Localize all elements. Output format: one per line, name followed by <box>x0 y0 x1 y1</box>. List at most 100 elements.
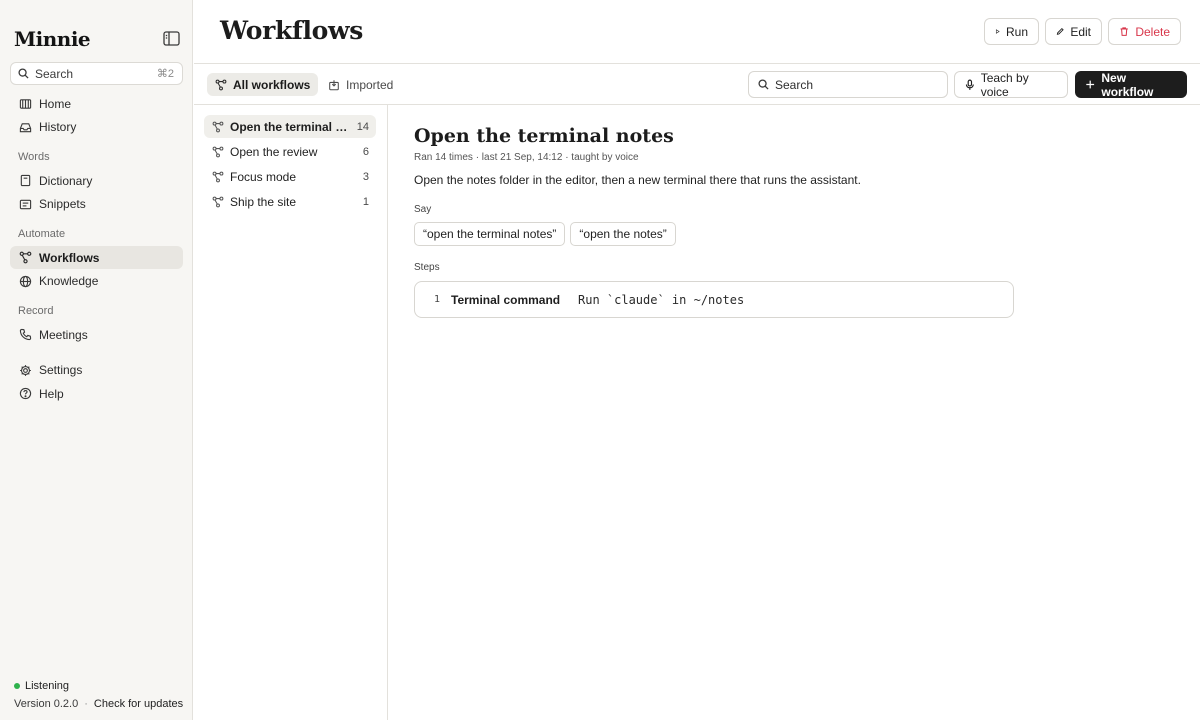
run-button[interactable]: Run <box>984 18 1039 45</box>
tab-imported-label: Imported <box>346 77 394 92</box>
listening-status: Listening <box>14 680 69 692</box>
sidebar-item-label: Workflows <box>39 250 100 265</box>
workflow-list-item[interactable]: Open the review 6 <box>204 140 376 163</box>
phone-icon <box>19 328 32 341</box>
workflow-step[interactable]: 1 Terminal command Run `claude` in ~/not… <box>414 281 1014 318</box>
play-icon <box>995 29 1000 34</box>
sidebar-item-label: Snippets <box>39 197 86 211</box>
edit-button[interactable]: Edit <box>1045 18 1102 45</box>
sidebar-item-label: Help <box>39 386 64 401</box>
run-button-label: Run <box>1005 24 1028 39</box>
sidebar-item-label: Meetings <box>39 327 88 342</box>
tab-all-workflows[interactable]: All workflows <box>207 73 319 96</box>
page-title: Workflows <box>220 16 364 45</box>
new-workflow-button[interactable]: New workflow <box>1075 70 1187 99</box>
inbox-icon <box>19 122 32 132</box>
workflow-name: Focus mode <box>230 169 297 184</box>
workflow-run-count: 6 <box>362 145 369 158</box>
sidebar-section-record: Record <box>18 305 54 317</box>
step-command: Run `claude` in ~/notes <box>578 292 745 307</box>
tab-all-label: All workflows <box>233 77 311 92</box>
search-icon <box>758 79 769 90</box>
teach-by-voice-label: Teach by voice <box>980 70 1029 99</box>
version-info: Version 0.2.0 · Check for updates <box>14 698 183 710</box>
delete-button-label: Delete <box>1135 24 1170 39</box>
sidebar-item-home[interactable]: Home <box>10 92 183 115</box>
sidebar-item-snippets[interactable]: Snippets <box>10 193 183 216</box>
sidebar-search[interactable]: Search ⌘2 <box>10 62 183 85</box>
workflow-search-input[interactable] <box>775 77 935 92</box>
sidebar-item-label: History <box>39 120 77 134</box>
microphone-icon <box>965 79 974 90</box>
sidebar-section-words: Words <box>18 151 50 163</box>
toolbar-divider <box>194 104 1200 105</box>
delete-button[interactable]: Delete <box>1108 18 1181 45</box>
sidebar-item-dictionary[interactable]: Dictionary <box>10 169 183 192</box>
sidebar-item-settings[interactable]: Settings <box>10 359 183 382</box>
workflow-description: Open the notes folder in the editor, the… <box>414 173 861 187</box>
sidebar-item-label: Knowledge <box>39 274 99 288</box>
workflow-name: Open the terminal notes <box>230 119 351 134</box>
search-shortcut: ⌘2 <box>156 68 174 80</box>
pencil-icon <box>1056 27 1064 35</box>
workflow-icon <box>212 196 224 207</box>
sidebar-nav: Home History Words Dictionary Snippets A… <box>10 92 183 406</box>
trigger-phrase-chip[interactable]: “open the notes” <box>570 222 676 246</box>
gear-icon <box>20 364 31 376</box>
workflow-name: Open the review <box>230 144 318 159</box>
sidebar-item-history[interactable]: History <box>10 116 183 139</box>
workflow-search[interactable] <box>748 71 948 98</box>
sidebar-item-label: Home <box>39 96 72 111</box>
sidebar-item-label: Dictionary <box>39 173 93 188</box>
search-icon <box>18 68 29 79</box>
check-updates-link[interactable]: Check for updates <box>94 698 183 710</box>
import-icon <box>329 79 339 90</box>
sidebar-item-meetings[interactable]: Meetings <box>10 323 183 346</box>
help-icon <box>19 387 32 400</box>
version-text: Version 0.2.0 <box>14 698 79 710</box>
plus-icon <box>1086 80 1095 89</box>
workflow-run-count: 14 <box>356 120 369 133</box>
status-text: Listening <box>25 680 70 692</box>
say-label: Say <box>414 204 432 215</box>
workflow-list: Open the terminal notes 14 Open the revi… <box>204 115 376 215</box>
workflow-detail-meta: Ran 14 times · last 21 Sep, 14:12 · taug… <box>414 152 639 163</box>
sidebar-item-knowledge[interactable]: Knowledge <box>10 270 183 293</box>
step-number: 1 <box>434 294 441 305</box>
sidebar-item-help[interactable]: Help <box>10 382 183 405</box>
step-type: Terminal command <box>451 292 561 307</box>
edit-button-label: Edit <box>1070 24 1091 39</box>
globe-icon <box>19 275 32 287</box>
workflow-icon <box>19 251 32 264</box>
header-divider <box>194 63 1200 64</box>
sidebar-toggle-icon[interactable] <box>163 31 180 46</box>
workflow-icon <box>212 171 224 182</box>
list-divider <box>387 105 388 720</box>
workflow-icon <box>212 146 224 157</box>
home-icon <box>19 99 32 109</box>
workflow-detail-title: Open the terminal notes <box>414 125 674 147</box>
teach-by-voice-button[interactable]: Teach by voice <box>954 70 1068 99</box>
workflow-list-item[interactable]: Ship the site 1 <box>204 190 376 213</box>
tab-imported[interactable]: Imported <box>320 73 401 96</box>
version-separator: · <box>84 698 88 710</box>
sidebar-search-placeholder: Search <box>35 66 74 81</box>
workflow-icon <box>215 79 227 90</box>
steps-label: Steps <box>414 262 440 273</box>
sidebar-item-workflows[interactable]: Workflows <box>10 246 183 269</box>
trash-icon <box>1120 27 1128 36</box>
workflow-list-item[interactable]: Focus mode 3 <box>204 165 376 188</box>
new-workflow-label: New workflow <box>1101 70 1154 99</box>
trigger-phrases: “open the terminal notes” “open the note… <box>414 222 681 246</box>
workflow-run-count: 1 <box>362 195 369 208</box>
workflow-name: Ship the site <box>230 194 297 209</box>
sidebar: Minnie Search ⌘2 Home History Words Dict… <box>0 0 193 720</box>
sidebar-item-label: Settings <box>39 363 83 377</box>
app-logo: Minnie <box>14 27 91 51</box>
trigger-phrase-chip[interactable]: “open the terminal notes” <box>414 222 566 246</box>
sidebar-section-automate: Automate <box>18 228 66 240</box>
book-icon <box>20 174 31 187</box>
snippets-icon <box>19 199 32 209</box>
status-dot-icon <box>14 683 20 689</box>
workflow-list-item[interactable]: Open the terminal notes 14 <box>204 115 376 138</box>
